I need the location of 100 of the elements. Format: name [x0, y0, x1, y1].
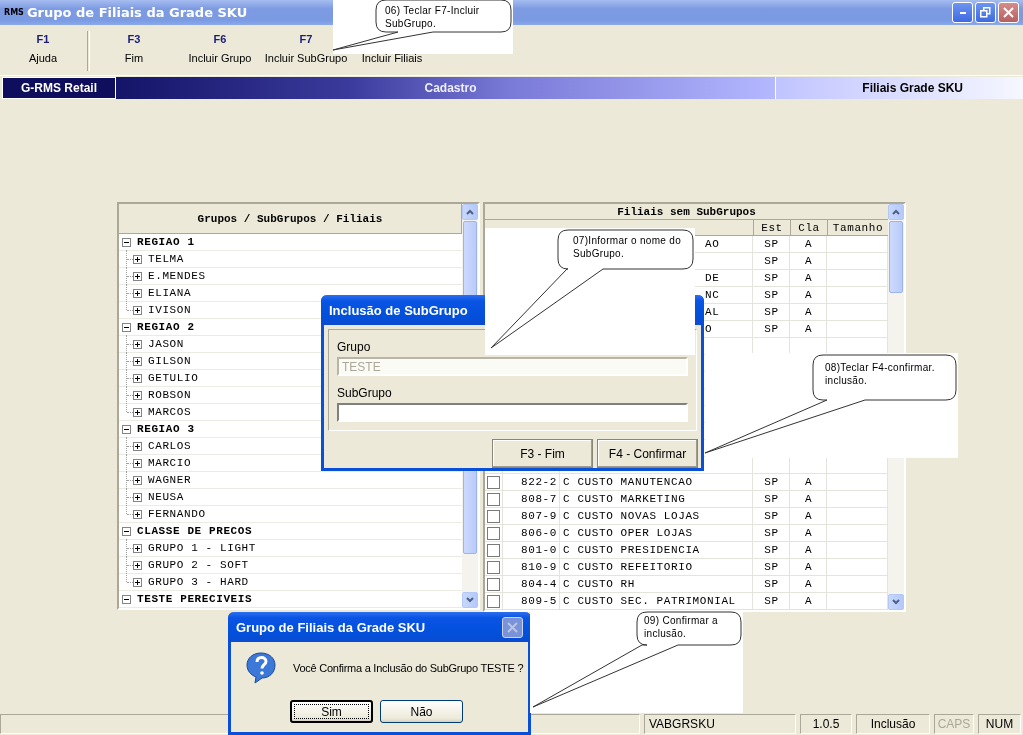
- expand-icon[interactable]: [133, 339, 142, 349]
- tree-item[interactable]: GRUPO 1 - LIGHT: [148, 542, 257, 554]
- restore-button[interactable]: [975, 2, 996, 23]
- expand-icon[interactable]: [133, 560, 142, 570]
- expand-icon[interactable]: [133, 288, 142, 298]
- tree-group[interactable]: CLASSE DE PRECOS: [137, 525, 253, 537]
- expand-icon[interactable]: [133, 373, 142, 383]
- expand-icon[interactable]: [133, 390, 142, 400]
- checkbox[interactable]: [487, 475, 500, 489]
- tree-group[interactable]: REGIAO 2: [137, 321, 195, 333]
- tree-item[interactable]: IVISON: [148, 304, 192, 316]
- expand-icon[interactable]: [133, 509, 142, 519]
- tree-item[interactable]: TELMA: [148, 253, 184, 265]
- table-cell: NC: [705, 289, 720, 301]
- scroll-up-button[interactable]: [462, 204, 478, 220]
- status-panel: NUM: [978, 714, 1021, 734]
- expand-icon[interactable]: [133, 543, 142, 553]
- column-header[interactable]: Cla: [790, 220, 827, 235]
- dialog-message: Você Confirma a Inclusão do SubGrupo TESTE ?: [293, 662, 524, 674]
- scroll-up-button[interactable]: [888, 204, 904, 220]
- table-cell-text: A: [803, 475, 814, 490]
- checkbox[interactable]: [487, 543, 500, 557]
- checkbox[interactable]: [487, 509, 500, 523]
- tree-item[interactable]: ROBSON: [148, 389, 192, 401]
- tree-item[interactable]: GRUPO 3 - HARD: [148, 576, 249, 588]
- collapse-icon[interactable]: [122, 594, 131, 604]
- table-cell-text: 804-4: [520, 577, 558, 592]
- tree-item[interactable]: WAGNER: [148, 474, 192, 486]
- tree-item[interactable]: GETULIO: [148, 372, 199, 384]
- table-cell-text: SP: [763, 594, 780, 609]
- tree-group[interactable]: REGIAO 1: [137, 236, 195, 248]
- dialog-button[interactable]: Não: [380, 700, 463, 723]
- dialog-button[interactable]: F3 - Fim: [492, 439, 593, 468]
- table-cell: DE: [705, 272, 720, 284]
- table-cell-text: A: [803, 288, 814, 303]
- column-header[interactable]: Est: [753, 220, 790, 235]
- expand-icon[interactable]: [133, 271, 142, 281]
- table-cell-text: A: [803, 594, 814, 609]
- dialog-button[interactable]: Sim: [290, 700, 373, 723]
- expand-icon[interactable]: [133, 441, 142, 451]
- status-panel: Inclusão: [856, 714, 930, 734]
- tree-item[interactable]: MARCOS: [148, 406, 192, 418]
- tree-group[interactable]: REGIAO 3: [137, 423, 195, 435]
- table-cell-text: SP: [763, 254, 780, 269]
- expand-icon[interactable]: [133, 492, 142, 502]
- toolbar-action[interactable]: Incluir Filiais: [361, 52, 423, 64]
- tree-item[interactable]: JASON: [148, 338, 184, 350]
- collapse-icon[interactable]: [122, 237, 131, 247]
- scroll-down-button[interactable]: [888, 594, 904, 610]
- expand-icon[interactable]: [133, 407, 142, 417]
- collapse-icon[interactable]: [122, 526, 131, 536]
- close-button[interactable]: [502, 616, 523, 638]
- expand-icon[interactable]: [133, 458, 142, 468]
- checkbox[interactable]: [487, 526, 500, 540]
- table-cell: O: [705, 323, 713, 335]
- checkbox[interactable]: [487, 560, 500, 574]
- tree-item[interactable]: ELIANA: [148, 287, 192, 299]
- toolbar-action[interactable]: Incluir SubGrupo: [264, 52, 348, 64]
- table-cell-text: SP: [763, 237, 780, 252]
- tree-item[interactable]: GILSON: [148, 355, 192, 367]
- tree-item[interactable]: GRUPO 2 - SOFT: [148, 559, 249, 571]
- checkbox[interactable]: [487, 492, 500, 506]
- scroll-down-button[interactable]: [462, 592, 478, 608]
- function-key[interactable]: F3: [127, 33, 141, 46]
- table-cell-text: A: [803, 305, 814, 320]
- tree-item[interactable]: E.MENDES: [148, 270, 206, 282]
- toolbar-action[interactable]: Ajuda: [28, 52, 58, 64]
- table-cell-text: C CUSTO MARKETING: [562, 492, 687, 507]
- table-cell-text: A: [803, 254, 814, 269]
- function-key[interactable]: F7: [299, 33, 313, 46]
- dialog-button[interactable]: F4 - Confirmar: [597, 439, 698, 468]
- checkbox[interactable]: [487, 577, 500, 591]
- expand-icon[interactable]: [133, 356, 142, 366]
- checkbox[interactable]: [487, 594, 500, 608]
- table-cell: AO: [705, 238, 720, 250]
- table-cell-text: SP: [763, 288, 780, 303]
- toolbar-action[interactable]: Incluir Grupo: [188, 52, 252, 64]
- input-field[interactable]: [337, 403, 688, 422]
- status-panel: 1.0.5: [800, 714, 852, 734]
- table-cell-text: SP: [763, 526, 780, 541]
- panel-header: Grupos / SubGrupos / Filiais: [119, 204, 462, 234]
- function-key[interactable]: F1: [36, 33, 50, 46]
- expand-icon[interactable]: [133, 254, 142, 264]
- collapse-icon[interactable]: [122, 322, 131, 332]
- tree-group[interactable]: TESTE PERECIVEIS: [137, 593, 253, 605]
- table-cell-text: C CUSTO PRESIDENCIA: [562, 543, 701, 558]
- scroll-thumb[interactable]: [889, 221, 903, 293]
- toolbar-action[interactable]: Fim: [124, 52, 144, 64]
- function-key[interactable]: F6: [213, 33, 227, 46]
- tree-item[interactable]: FERNANDO: [148, 508, 206, 520]
- expand-icon[interactable]: [133, 577, 142, 587]
- close-icon: [1003, 7, 1014, 18]
- tree-item[interactable]: NEUSA: [148, 491, 184, 503]
- collapse-icon[interactable]: [122, 424, 131, 434]
- minimize-button[interactable]: [952, 2, 973, 23]
- tree-item[interactable]: CARLOS: [148, 440, 192, 452]
- expand-icon[interactable]: [133, 475, 142, 485]
- tree-item[interactable]: MARCIO: [148, 457, 192, 469]
- dialog-title: Inclusão de SubGrupo: [329, 302, 468, 318]
- expand-icon[interactable]: [133, 305, 142, 315]
